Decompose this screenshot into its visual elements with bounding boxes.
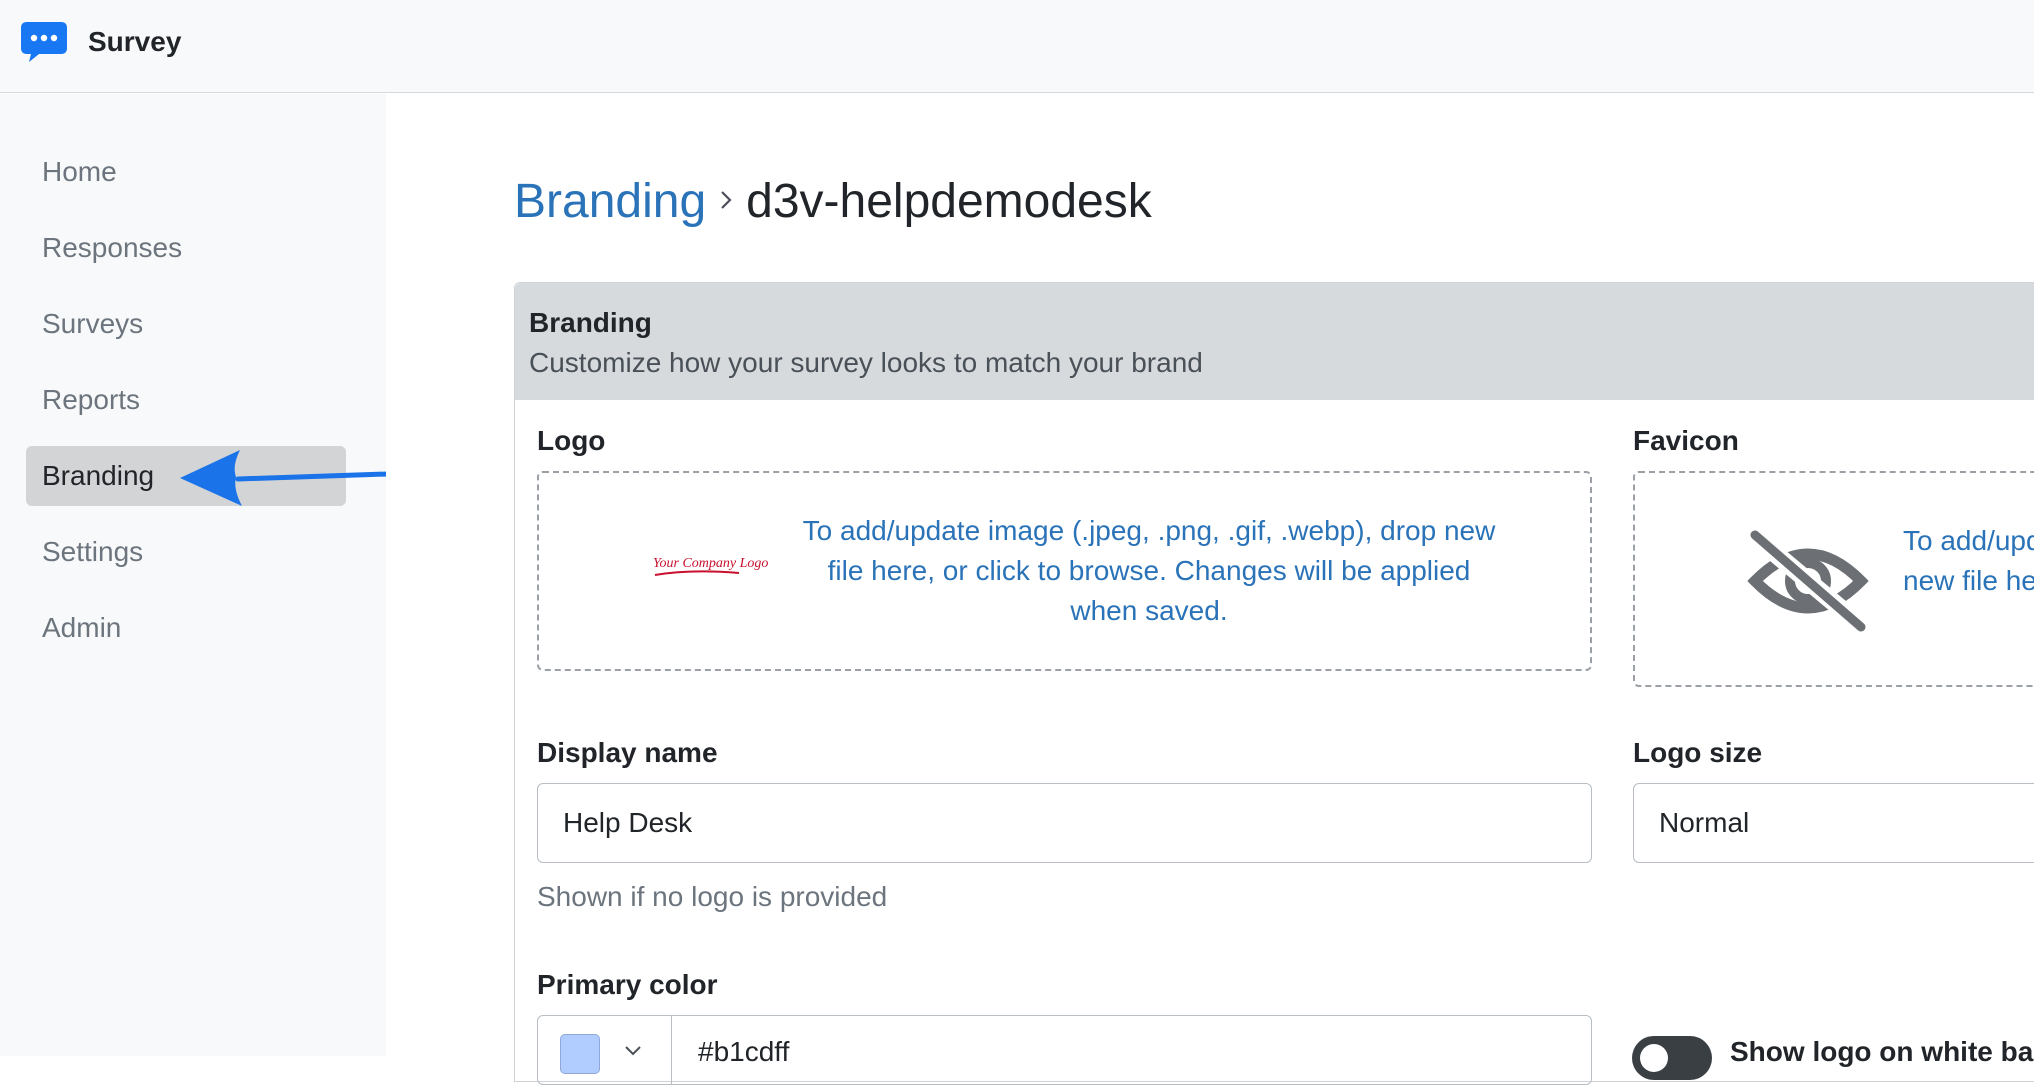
app-title[interactable]: Survey bbox=[88, 26, 181, 58]
primary-color-value[interactable]: #b1cdff bbox=[698, 1036, 789, 1068]
logo-dropzone-text: To add/update image (.jpeg, .png, .gif, … bbox=[802, 515, 1496, 626]
logo-size-select[interactable]: Normal bbox=[1633, 783, 2034, 863]
breadcrumb-branding-link[interactable]: Branding bbox=[514, 174, 706, 229]
card-header: Branding Customize how your survey looks… bbox=[515, 283, 2034, 400]
svg-text:Your Company Logo: Your Company Logo bbox=[653, 556, 768, 571]
chat-bubble-icon[interactable] bbox=[19, 20, 69, 64]
display-name-input[interactable]: Help Desk bbox=[537, 783, 1592, 863]
display-name-help: Shown if no logo is provided bbox=[537, 881, 888, 912]
page-title: d3v-helpdemodesk bbox=[746, 175, 1152, 228]
chevron-right-icon bbox=[706, 185, 746, 219]
chevron-down-icon bbox=[625, 1046, 641, 1056]
card-subtitle: Customize how your survey looks to match… bbox=[529, 347, 1203, 378]
sidebar-item-home[interactable]: Home bbox=[26, 142, 346, 202]
white-background-toggle[interactable] bbox=[1632, 1036, 1712, 1080]
color-swatch bbox=[560, 1034, 600, 1074]
sidebar-item-responses[interactable]: Responses bbox=[26, 218, 346, 278]
sidebar: Home Responses Surveys Reports Branding … bbox=[0, 94, 386, 1056]
sidebar-item-reports[interactable]: Reports bbox=[26, 370, 346, 430]
favicon-dropzone-text: To add/upd new file he bbox=[1903, 525, 2034, 596]
logo-dropzone[interactable]: Your Company Logo To add/update image (.… bbox=[537, 471, 1592, 671]
card-title: Branding bbox=[529, 307, 652, 338]
primary-color-label: Primary color bbox=[537, 969, 718, 1000]
favicon-label: Favicon bbox=[1633, 425, 1739, 456]
sidebar-item-admin[interactable]: Admin bbox=[26, 598, 346, 658]
company-logo-image: Your Company Logo bbox=[653, 556, 768, 576]
logo-label: Logo bbox=[537, 425, 606, 456]
eye-slash-icon bbox=[1747, 529, 1869, 633]
color-swatch-button[interactable] bbox=[538, 1016, 672, 1084]
logo-size-label: Logo size bbox=[1633, 737, 1763, 768]
top-bar: Survey bbox=[0, 0, 2034, 93]
primary-color-picker[interactable]: #b1cdff bbox=[537, 1015, 1592, 1085]
display-name-label: Display name bbox=[537, 737, 718, 768]
toggle-knob bbox=[1640, 1044, 1668, 1072]
favicon-dropzone[interactable]: To add/upd new file he bbox=[1633, 471, 2034, 687]
main-content: Branding d3v-helpdemodesk Branding Custo… bbox=[386, 94, 2034, 1085]
branding-card: Branding Customize how your survey looks… bbox=[514, 282, 2034, 1085]
breadcrumb: Branding d3v-helpdemodesk bbox=[514, 174, 1152, 229]
sidebar-item-surveys[interactable]: Surveys bbox=[26, 294, 346, 354]
white-background-toggle-label: Show logo on white ba bbox=[1730, 1036, 2034, 1067]
sidebar-item-settings[interactable]: Settings bbox=[26, 522, 346, 582]
